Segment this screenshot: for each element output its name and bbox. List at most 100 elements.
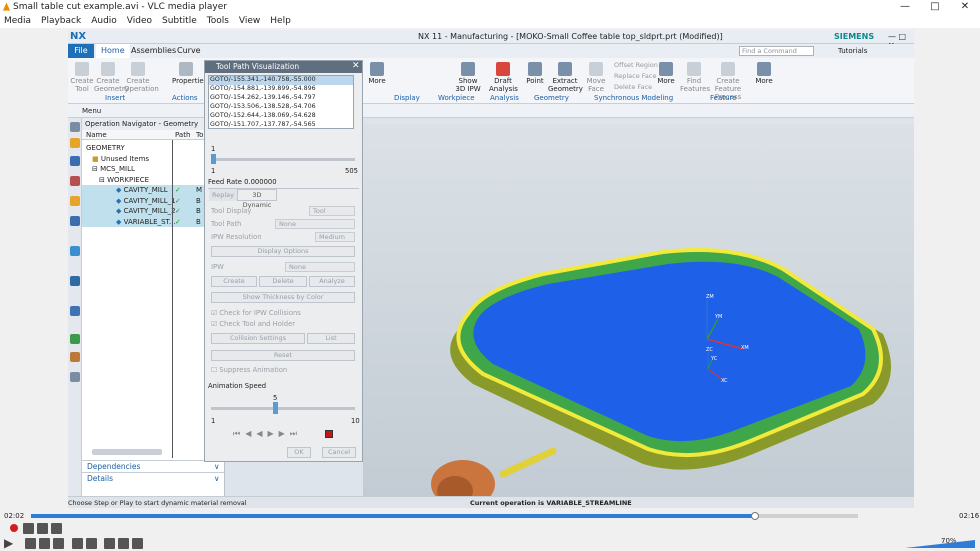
more-sync-icon (659, 62, 673, 76)
shuffle-icon[interactable] (132, 538, 143, 549)
menu-subtitle[interactable]: Subtitle (162, 14, 197, 28)
find-features-icon (687, 62, 701, 76)
properties-button[interactable]: Properties (172, 62, 207, 85)
point-button[interactable]: Point (521, 62, 549, 85)
create-button[interactable]: Create (211, 276, 257, 287)
playlist-icon[interactable] (104, 538, 115, 549)
create-geometry-button[interactable]: Create Geometry (94, 62, 129, 93)
goto-item[interactable]: GOTO/-154.262,-139.146,-54.797 (209, 94, 353, 103)
roles-icon[interactable] (70, 276, 80, 286)
part-icon[interactable] (70, 196, 80, 206)
delete-face-button[interactable]: Delete Face (614, 83, 652, 91)
extract-geometry-button[interactable]: Extract Geometry (548, 62, 583, 93)
tab-curve[interactable]: Curve (172, 44, 206, 58)
palette-icon[interactable] (70, 334, 80, 344)
record-icon[interactable] (10, 524, 18, 532)
tab-replay[interactable]: Replay (209, 189, 237, 201)
minimize-button[interactable]: — (890, 0, 920, 14)
seek-handle[interactable] (751, 512, 760, 520)
graphics-viewport[interactable]: ZM YM XM ZC YC XC (326, 124, 914, 508)
cancel-button[interactable]: Cancel (322, 447, 356, 458)
check-tool-holder-checkbox[interactable]: ☑ Check Tool and Holder (211, 320, 295, 328)
next-icon[interactable] (53, 538, 64, 549)
volume-slider[interactable] (905, 540, 975, 548)
resource-bar-icon[interactable] (70, 122, 80, 132)
col-name[interactable]: Name (86, 131, 107, 139)
draft-analysis-button[interactable]: Draft Analysis (489, 62, 518, 93)
create-tool-button[interactable]: Create Tool (68, 62, 96, 93)
goto-item[interactable]: GOTO/-151.707,-137.787,-54.565 (209, 121, 353, 130)
analyze-button[interactable]: Analyze (309, 276, 355, 287)
animation-speed-thumb[interactable] (273, 402, 278, 414)
web-browser-icon[interactable] (70, 306, 80, 316)
list-button[interactable]: List (307, 333, 355, 344)
more-button-feature[interactable]: More (750, 62, 778, 85)
fullscreen-icon[interactable] (72, 538, 83, 549)
previous-icon[interactable] (25, 538, 36, 549)
loop-ab-icon[interactable] (37, 523, 48, 534)
history-icon[interactable] (70, 246, 80, 256)
menu-help[interactable]: Help (270, 14, 291, 28)
ok-button[interactable]: OK (287, 447, 311, 458)
dialog-close-icon[interactable]: ✕ (352, 61, 360, 71)
more-button-sync[interactable]: More (652, 62, 680, 85)
extended-settings-icon[interactable] (86, 538, 97, 549)
reuse-library-icon[interactable] (70, 216, 80, 226)
check-ipw-collisions-checkbox[interactable]: ☑ Check for IPW Collisions (211, 309, 301, 317)
goto-item[interactable]: GOTO/-153.506,-138.528,-54.706 (209, 103, 353, 112)
col-path[interactable]: Path (175, 131, 190, 139)
collision-settings-button[interactable]: Collision Settings (211, 333, 305, 344)
delete-button[interactable]: Delete (259, 276, 307, 287)
goto-item[interactable]: GOTO/-155.341,-140.758,-55.000 (209, 76, 353, 85)
frame-step-icon[interactable] (51, 523, 62, 534)
settings-icon[interactable] (70, 372, 80, 382)
tool-path-select[interactable]: None (275, 219, 355, 229)
menu-audio[interactable]: Audio (91, 14, 117, 28)
more-button-display[interactable]: More (363, 62, 391, 85)
close-button[interactable]: ✕ (950, 0, 980, 14)
show-thickness-button[interactable]: Show Thickness by Color (211, 292, 355, 303)
navigator-scrollbar[interactable] (92, 449, 162, 455)
goto-item[interactable]: GOTO/-154.881,-139.899,-54.896 (209, 85, 353, 94)
step-slider-thumb[interactable] (211, 154, 216, 164)
menu-view[interactable]: View (239, 14, 260, 28)
find-features-button[interactable]: Find Features (680, 62, 710, 93)
machine-icon[interactable] (70, 156, 80, 166)
playback-controls[interactable]: ⏮◀◀▶▶⏭ (233, 429, 302, 439)
step-slider[interactable] (211, 158, 355, 161)
play-icon[interactable]: ▶ (4, 536, 13, 550)
animation-speed-slider[interactable] (211, 407, 355, 410)
geometry-icon[interactable] (70, 176, 80, 186)
ipw-select[interactable]: None (285, 262, 355, 272)
navigator-icon[interactable] (70, 138, 80, 148)
tutorials-link[interactable]: Tutorials (838, 47, 867, 55)
tab-home[interactable]: Home (96, 44, 130, 58)
stop-icon[interactable] (39, 538, 50, 549)
menu-tools[interactable]: Tools (207, 14, 229, 28)
ipw-resolution-select[interactable]: Medium (315, 232, 355, 242)
tab-3d-dynamic[interactable]: 3D Dynamic (237, 189, 277, 209)
col-tool[interactable]: To (196, 131, 203, 139)
goto-list[interactable]: GOTO/-155.341,-140.758,-55.000 GOTO/-154… (208, 75, 354, 129)
display-options-button[interactable]: Display Options (211, 246, 355, 257)
reset-button[interactable]: Reset (211, 350, 355, 361)
tool-icon[interactable] (70, 352, 80, 362)
menu-button[interactable]: Menu (82, 107, 101, 115)
menu-playback[interactable]: Playback (41, 14, 81, 28)
create-operation-button[interactable]: Create Operation (124, 62, 159, 93)
move-face-button[interactable]: Move Face (582, 62, 610, 93)
replace-face-button[interactable]: Replace Face (614, 72, 656, 80)
show-3d-ipw-button[interactable]: Show 3D IPW (454, 62, 482, 93)
menu-media[interactable]: Media (4, 14, 31, 28)
menu-video[interactable]: Video (127, 14, 152, 28)
tool-display-select[interactable]: Tool (309, 206, 355, 216)
maximize-button[interactable]: □ (920, 0, 950, 14)
snapshot-icon[interactable] (23, 523, 34, 534)
goto-item[interactable]: GOTO/-152.644,-138.069,-54.628 (209, 112, 353, 121)
suppress-animation-checkbox[interactable]: ☐ Suppress Animation (211, 366, 287, 374)
loop-icon[interactable] (118, 538, 129, 549)
details-panel[interactable]: Details ∨ (82, 472, 225, 484)
stop-icon[interactable] (325, 430, 333, 438)
tab-file[interactable]: File (68, 44, 94, 58)
command-search-input[interactable]: Find a Command (739, 46, 814, 56)
